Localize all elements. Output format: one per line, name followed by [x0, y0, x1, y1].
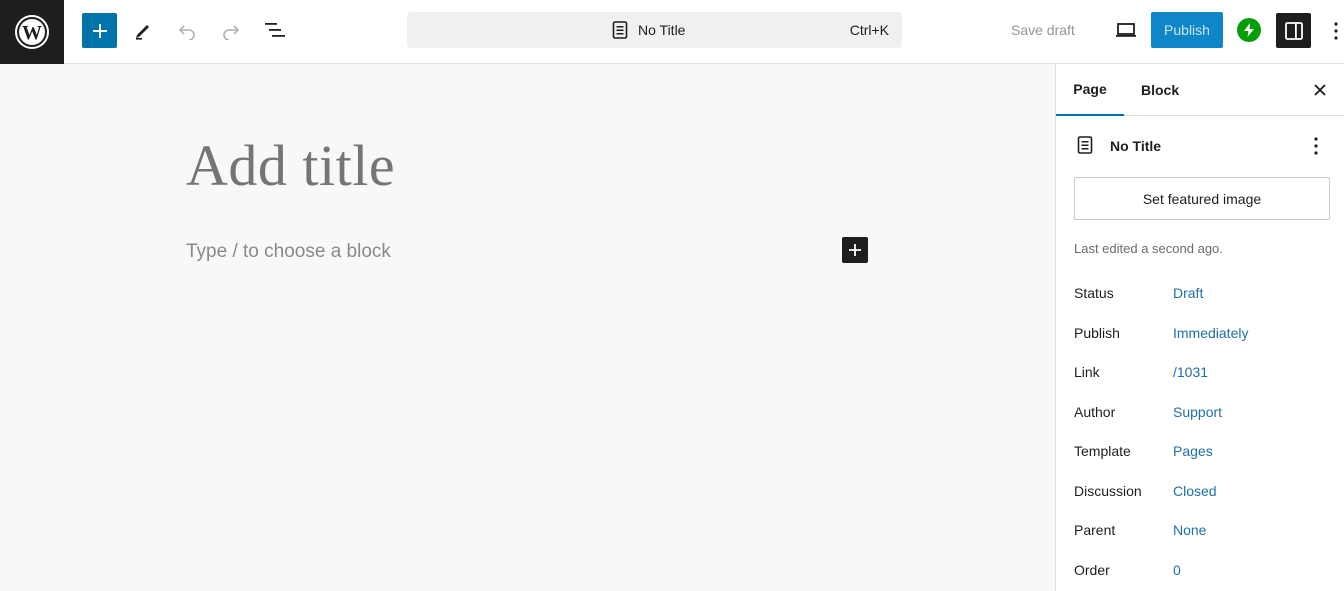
document-summary: No Title: [1056, 116, 1344, 176]
command-bar-title: No Title: [638, 22, 686, 38]
parent-value-link[interactable]: None: [1173, 522, 1206, 538]
publish-button[interactable]: Publish: [1151, 12, 1223, 48]
editor-canvas: Add title Type / to choose a block: [0, 64, 1055, 591]
publish-value-link[interactable]: Immediately: [1173, 325, 1248, 341]
set-featured-image-button[interactable]: Set featured image: [1074, 177, 1330, 220]
settings-sidebar-toggle[interactable]: [1276, 13, 1311, 48]
editor-header: W No Title Ctrl+K Save draft Publish: [0, 0, 1344, 64]
undo-icon: [178, 25, 195, 40]
meta-label: Parent: [1074, 522, 1116, 538]
status-value-link[interactable]: Draft: [1173, 285, 1203, 301]
document-title: No Title: [1110, 138, 1162, 154]
author-value-link[interactable]: Support: [1173, 404, 1222, 420]
laptop-icon: [1116, 23, 1136, 37]
tab-block[interactable]: Block: [1141, 64, 1179, 116]
meta-label: Status: [1074, 285, 1114, 301]
meta-row-discussion: Discussion Closed: [1074, 483, 1334, 503]
jetpack-button[interactable]: [1237, 18, 1261, 42]
save-draft-button[interactable]: Save draft: [1011, 22, 1075, 38]
sidebar-tabs: Page Block: [1056, 64, 1344, 116]
meta-label: Discussion: [1074, 483, 1142, 499]
meta-row-author: Author Support: [1074, 404, 1334, 424]
meta-row-link: Link /1031: [1074, 364, 1334, 384]
plus-icon: [849, 244, 861, 256]
redo-icon: [223, 25, 240, 40]
block-appender[interactable]: Type / to choose a block: [186, 241, 391, 263]
tab-page[interactable]: Page: [1056, 64, 1124, 116]
last-edited-text: Last edited a second ago.: [1074, 241, 1223, 256]
redo-button[interactable]: [213, 12, 249, 48]
svg-text:W: W: [22, 22, 42, 44]
order-value-link[interactable]: 0: [1173, 562, 1181, 578]
list-view-icon: [265, 23, 285, 37]
meta-label: Template: [1074, 443, 1131, 459]
template-value-link[interactable]: Pages: [1173, 443, 1213, 459]
meta-row-publish: Publish Immediately: [1074, 325, 1334, 345]
meta-label: Order: [1074, 562, 1110, 578]
plus-icon: [92, 23, 107, 38]
document-icon: [1077, 136, 1093, 154]
inline-block-inserter[interactable]: [842, 237, 868, 263]
post-title-input[interactable]: Add title: [186, 132, 395, 199]
meta-label: Publish: [1074, 325, 1120, 341]
command-bar-shortcut: Ctrl+K: [849, 22, 889, 38]
document-actions-button[interactable]: [1308, 135, 1324, 157]
link-value-link[interactable]: /1031: [1173, 364, 1208, 380]
jetpack-icon: [1244, 23, 1254, 37]
sidebar-toggle-icon: [1284, 21, 1303, 40]
meta-row-status: Status Draft: [1074, 285, 1334, 305]
meta-label: Link: [1074, 364, 1100, 380]
tools-button[interactable]: [125, 12, 161, 48]
settings-sidebar: Page Block No Title Set featured image L…: [1055, 64, 1344, 591]
options-menu-button[interactable]: [1326, 16, 1344, 46]
more-vertical-icon: [1334, 22, 1338, 40]
meta-row-order: Order 0: [1074, 562, 1334, 582]
command-palette-bar[interactable]: No Title Ctrl+K: [407, 12, 902, 48]
more-vertical-icon: [1314, 137, 1318, 155]
wordpress-logo-button[interactable]: W: [0, 0, 64, 64]
document-icon: [612, 21, 628, 39]
undo-button[interactable]: [169, 12, 205, 48]
meta-label: Author: [1074, 404, 1116, 420]
close-sidebar-button[interactable]: [1310, 80, 1330, 100]
list-view-button[interactable]: [257, 12, 293, 48]
preview-button[interactable]: [1110, 13, 1142, 47]
discussion-value-link[interactable]: Closed: [1173, 483, 1217, 499]
pencil-icon: [136, 25, 149, 40]
add-block-button[interactable]: [82, 13, 117, 48]
meta-row-parent: Parent None: [1074, 522, 1334, 542]
wordpress-logo-icon: W: [15, 15, 49, 49]
meta-row-template: Template Pages: [1074, 443, 1334, 463]
close-icon: [1314, 84, 1326, 96]
